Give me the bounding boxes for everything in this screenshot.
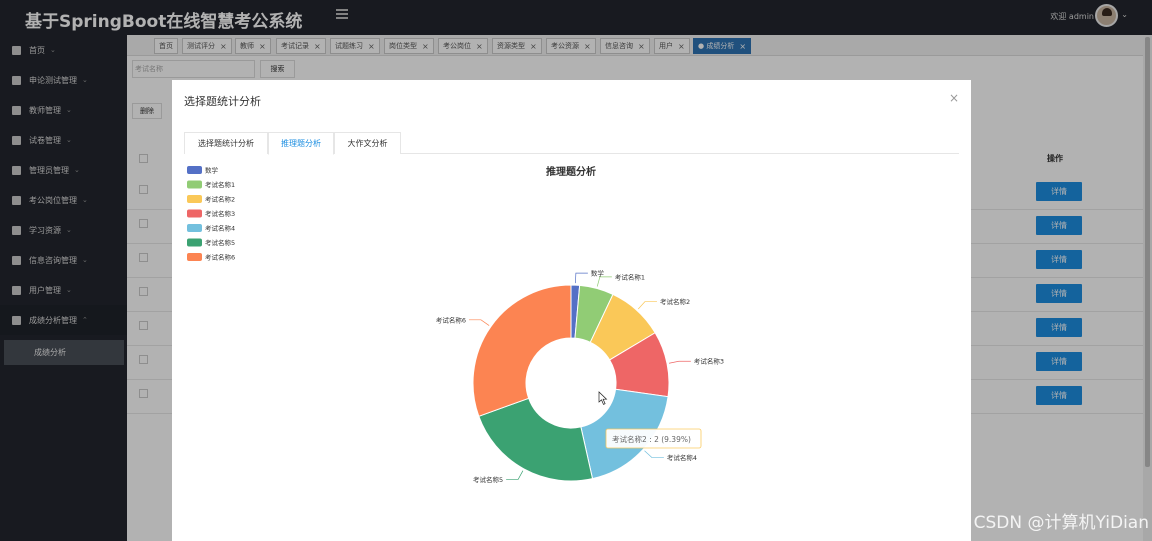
modal-tabs: 选择题统计分析 推理题分析 大作文分析: [184, 132, 959, 155]
chart-tooltip: 考试名称2 : 2 (9.39%): [605, 428, 702, 449]
label-leader-line: [506, 470, 524, 480]
legend-label[interactable]: 考试名称6: [205, 253, 235, 262]
close-icon[interactable]: ×: [949, 91, 959, 105]
legend-swatch[interactable]: [187, 166, 202, 174]
pie-slice[interactable]: [472, 284, 572, 417]
legend-label[interactable]: 考试名称4: [205, 224, 235, 233]
mouse-cursor-icon: [598, 391, 608, 405]
label-leader-line: [575, 272, 588, 284]
chart-title: 推理题分析: [546, 165, 596, 178]
label-leader-line: [468, 319, 490, 326]
slice-label: 考试名称6: [436, 315, 466, 324]
label-leader-line: [644, 450, 664, 458]
slice-label: 数学: [591, 269, 605, 278]
legend-swatch[interactable]: [187, 238, 202, 247]
slice-label: 考试名称2: [660, 297, 690, 306]
label-leader-line: [637, 301, 657, 310]
modal-title: 选择题统计分析: [184, 95, 261, 108]
label-leader-line: [596, 276, 612, 287]
tab-essay-analysis[interactable]: 大作文分析: [334, 132, 401, 154]
tab-choice-analysis[interactable]: 选择题统计分析: [184, 132, 268, 154]
pie-slice[interactable]: [478, 397, 594, 482]
watermark-text: CSDN @计算机YiDian: [973, 513, 1149, 533]
legend-swatch[interactable]: [187, 195, 202, 203]
slice-label: 考试名称4: [667, 453, 697, 462]
legend-label[interactable]: 考试名称5: [205, 238, 235, 247]
analysis-modal: 选择题统计分析 × 选择题统计分析 推理题分析 大作文分析 推理题分析 数学考试…: [172, 80, 971, 541]
legend-swatch[interactable]: [187, 180, 202, 189]
legend-label[interactable]: 考试名称1: [205, 180, 235, 189]
legend-label[interactable]: 考试名称2: [205, 195, 235, 204]
chart-slices: [472, 284, 670, 482]
legend-label[interactable]: 数学: [205, 166, 219, 175]
legend-swatch[interactable]: [187, 224, 202, 232]
slice-label: 考试名称1: [615, 272, 645, 281]
slice-label: 考试名称3: [694, 357, 724, 366]
legend-swatch[interactable]: [187, 209, 202, 218]
tooltip-text: 考试名称2 : 2 (9.39%): [612, 434, 691, 444]
chart-legend: 数学考试名称1 考试名称2 考试名称3 考试名称4 考试名称5 考试名称6: [187, 166, 235, 262]
legend-swatch[interactable]: [187, 253, 202, 261]
slice-label: 考试名称5: [473, 475, 503, 484]
legend-label[interactable]: 考试名称3: [205, 209, 235, 218]
label-leader-line: [668, 360, 691, 364]
donut-chart: 推理题分析 数学考试名称1考试名称2考试名称3考试名称4考试名称5考试名称6 数…: [187, 165, 724, 484]
tab-reasoning-analysis[interactable]: 推理题分析: [268, 132, 334, 155]
